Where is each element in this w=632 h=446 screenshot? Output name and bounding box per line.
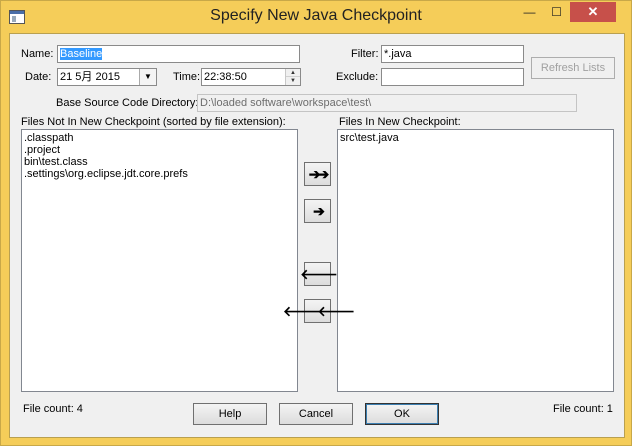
list-item[interactable]: src\test.java xyxy=(340,132,611,144)
close-button[interactable]: ✕ xyxy=(570,2,616,22)
title-bar[interactable]: Specify New Java Checkpoint — ☐ ✕ xyxy=(1,1,631,34)
ok-button[interactable]: OK xyxy=(365,403,439,425)
name-label: Name: xyxy=(21,48,54,60)
filter-field[interactable]: *.java xyxy=(381,45,524,63)
list-item[interactable]: bin\test.class xyxy=(24,156,295,168)
remove-all-button[interactable]: 🡐🡐 xyxy=(283,299,355,323)
right-file-count: File count: 1 xyxy=(553,403,613,415)
minimize-button[interactable]: — xyxy=(516,2,543,22)
cancel-button[interactable]: Cancel xyxy=(279,403,353,425)
spin-updown-icon[interactable]: ▲ ▼ xyxy=(285,69,300,85)
chevron-down-icon[interactable]: ▼ xyxy=(139,69,156,85)
date-label: Date: xyxy=(25,71,52,83)
left-list-header: Files Not In New Checkpoint (sorted by f… xyxy=(21,116,286,128)
time-label: Time: xyxy=(173,71,201,83)
spin-up-icon[interactable]: ▲ xyxy=(286,69,300,77)
help-button[interactable]: Help xyxy=(193,403,267,425)
base-dir-field[interactable]: D:\loaded software\workspace\test\ xyxy=(197,94,577,112)
date-value: 21 5月 2015 xyxy=(60,71,120,83)
time-value: 22:38:50 xyxy=(204,71,247,83)
list-item[interactable]: .classpath xyxy=(24,132,295,144)
spin-down-icon[interactable]: ▼ xyxy=(286,77,300,85)
exclude-field[interactable] xyxy=(381,68,524,86)
base-dir-label: Base Source Code Directory: xyxy=(56,97,199,109)
left-file-count: File count: 4 xyxy=(23,403,83,415)
add-selected-button[interactable]: ➔ xyxy=(304,199,331,223)
maximize-button[interactable]: ☐ xyxy=(543,2,570,22)
name-value: Baseline xyxy=(60,48,103,60)
dialog-window: Specify New Java Checkpoint — ☐ ✕ Name: … xyxy=(0,0,632,446)
remove-selected-button[interactable]: 🡐 xyxy=(300,262,338,286)
dialog-body: Name: Baseline Date: 21 5月 2015 ▼ Time: … xyxy=(9,33,625,438)
name-field[interactable]: Baseline xyxy=(57,45,300,63)
filter-label: Filter: xyxy=(351,48,379,60)
time-field[interactable]: 22:38:50 ▲ ▼ xyxy=(201,68,301,86)
exclude-label: Exclude: xyxy=(336,71,379,83)
right-list-header: Files In New Checkpoint: xyxy=(339,116,461,128)
files-not-in-checkpoint-list[interactable]: .classpath .project bin\test.class .sett… xyxy=(21,129,298,392)
refresh-lists-button[interactable]: Refresh Lists xyxy=(531,57,615,79)
date-picker[interactable]: 21 5月 2015 ▼ xyxy=(57,68,157,86)
list-item[interactable]: .project xyxy=(24,144,295,156)
add-all-button[interactable]: ➔➔ xyxy=(304,162,331,186)
list-item[interactable]: .settings\org.eclipse.jdt.core.prefs xyxy=(24,168,295,180)
files-in-checkpoint-list[interactable]: src\test.java xyxy=(337,129,614,392)
